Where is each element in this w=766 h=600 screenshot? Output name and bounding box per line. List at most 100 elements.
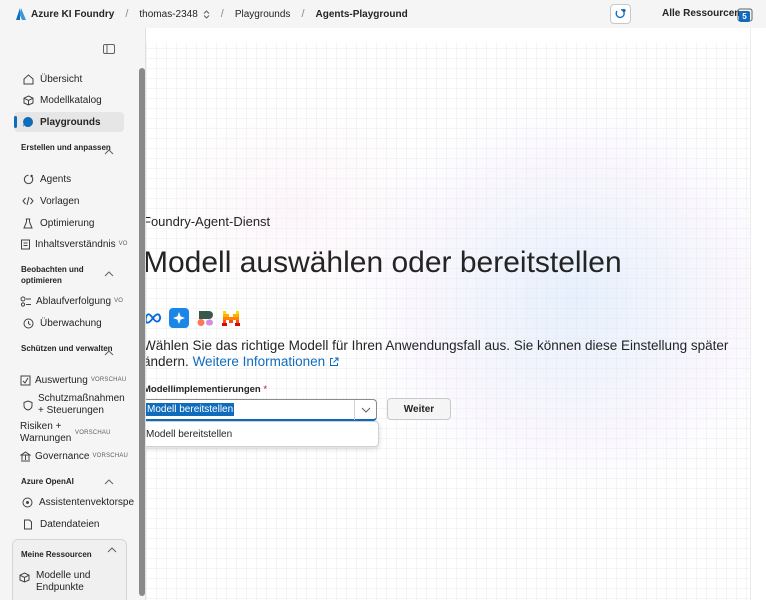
sidebar-item-label: Risiken + Warnungen (20, 421, 72, 444)
sidebar-item-label: Playgrounds (40, 116, 101, 128)
trace-icon (20, 295, 32, 307)
main-content: Foundry-Agent-Dienst Modell auswählen od… (146, 28, 766, 600)
sidebar-item-model-catalog[interactable]: Modellkatalog (14, 90, 124, 110)
page-title: Modell auswählen oder bereitstellen (146, 246, 622, 279)
cube-icon (19, 572, 30, 583)
all-resources-link[interactable]: Alle Ressourcen (662, 8, 740, 19)
chat-icon (22, 116, 34, 128)
sidebar-item-label: Übersicht (40, 73, 83, 85)
sidebar-item-guardrails[interactable]: Schutzmaßnahmen + Steuerungen (14, 392, 125, 418)
sidebar-item-governance[interactable]: Governance VORSCHAU (14, 446, 128, 466)
chevron-down-icon (361, 407, 370, 413)
monitor-icon (22, 317, 34, 329)
breadcrumb-playgrounds[interactable]: Playgrounds (235, 9, 291, 20)
feedback-icon (615, 8, 626, 19)
service-name: Foundry-Agent-Dienst (146, 214, 271, 229)
sidebar-item-overview[interactable]: Übersicht (14, 69, 124, 89)
evaluation-icon (20, 374, 31, 386)
preview-badge: VO (114, 298, 124, 304)
chevron-up-icon[interactable] (107, 546, 117, 553)
cohere-icon (195, 308, 215, 328)
model-deployment-dropdown: Modell bereitstellen (146, 421, 379, 447)
breadcrumb-separator: / (220, 8, 224, 20)
select-current-value: Modell bereitstellen (146, 403, 235, 416)
chevron-updown-icon (203, 9, 210, 19)
more-info-label: Weitere Informationen (192, 354, 326, 369)
sidebar-item-evaluation[interactable]: Auswertung VORSCHAU (14, 370, 127, 390)
file-icon (22, 518, 34, 530)
flask-icon (22, 217, 34, 229)
chevron-up-icon[interactable] (104, 349, 114, 356)
sidebar-item-label: Vorlagen (40, 195, 80, 207)
agent-icon (22, 173, 34, 185)
sidebar-item-tracing[interactable]: Ablaufverfolgung VO (14, 291, 124, 311)
breadcrumb-project[interactable]: thomas-2348 (139, 8, 210, 20)
sidebar-item-risks-alerts[interactable]: Risiken + Warnungen VORSCHAU (14, 420, 124, 446)
sidebar-item-agents[interactable]: Agents (14, 169, 124, 189)
my-resources-panel: Meine Ressourcen Modelle und Endpunkte (12, 539, 127, 600)
sidebar-item-assistant-vector-stores[interactable]: Assistentenvektorspe (14, 492, 134, 512)
dropdown-toggle[interactable] (354, 400, 376, 420)
breadcrumb-project-label: thomas-2348 (139, 8, 198, 20)
sidebar-item-label: Agents (40, 173, 72, 185)
preview-badge: VORSCHAU (92, 453, 129, 459)
sidebar-scrollbar[interactable] (139, 68, 145, 596)
chevron-up-icon[interactable] (104, 478, 114, 485)
home-icon (22, 73, 34, 85)
model-provider-logos (146, 308, 247, 328)
cube-icon (22, 94, 34, 106)
sidebar-item-optimization[interactable]: Optimierung (14, 213, 124, 233)
brand[interactable]: Azure KI Foundry (16, 8, 114, 20)
feedback-button[interactable] (610, 4, 631, 24)
chevron-up-icon[interactable] (104, 148, 114, 155)
sidebar-item-monitoring[interactable]: Überwachung (14, 313, 124, 333)
azure-spark-icon (169, 308, 189, 328)
mistral-icon (221, 308, 241, 328)
collapse-sidebar-icon[interactable] (103, 44, 115, 54)
sidebar-item-label: Optimierung (40, 217, 95, 229)
preview-badge: VORSCHAU (90, 377, 127, 383)
sidebar: Übersicht Modellkatalog Playgrounds Erst… (0, 28, 146, 600)
preview-badge: VORSCHAU (75, 430, 111, 436)
my-resources-title: Meine Ressourcen (21, 550, 92, 559)
sidebar-item-label: Auswertung (35, 374, 88, 386)
model-deployments-label: Modellimplementierungen * (146, 384, 267, 395)
top-bar: Azure KI Foundry / thomas-2348 / Playgro… (0, 0, 766, 28)
brand-name: Azure KI Foundry (31, 8, 115, 20)
description-text: Wählen Sie das richtige Modell für Ihren… (146, 338, 753, 370)
sidebar-item-label: Schutzmaßnahmen + Steuerungen (38, 393, 125, 416)
chevron-up-icon[interactable] (104, 270, 114, 277)
sidebar-item-label: Datendateien (40, 518, 100, 530)
right-panel-edge (750, 28, 766, 600)
breadcrumb-separator: / (301, 8, 305, 20)
sidebar-item-label: Überwachung (40, 317, 102, 329)
dropdown-option-deploy-model[interactable]: Modell bereitstellen (146, 429, 232, 440)
sidebar-item-data-files[interactable]: Datendateien (14, 514, 124, 534)
sidebar-item-label: Modelle und Endpunkte (36, 570, 91, 593)
notification-count-badge: 5 (739, 11, 750, 22)
sidebar-item-playgrounds[interactable]: Playgrounds (14, 112, 124, 132)
document-icon (20, 238, 31, 250)
sidebar-item-label: Ablaufverfolgung (36, 295, 112, 307)
sidebar-item-label: Modellkatalog (40, 94, 102, 106)
field-label-text: Modellimplementierungen (146, 384, 261, 395)
azure-logo-icon (16, 8, 26, 20)
vector-icon (22, 496, 33, 508)
more-info-link[interactable]: Weitere Informationen (193, 354, 340, 369)
external-link-icon (330, 357, 339, 366)
sidebar-item-label: Governance (35, 450, 90, 462)
governance-icon (20, 450, 31, 462)
sidebar-item-content-understanding[interactable]: Inhaltsverständnis VO (14, 234, 127, 254)
breadcrumb-current: Agents-Playground (315, 8, 408, 20)
breadcrumb-separator: / (125, 8, 129, 20)
sidebar-item-templates[interactable]: Vorlagen (14, 191, 124, 211)
meta-icon (146, 308, 163, 328)
code-icon (22, 195, 34, 207)
next-button[interactable]: Weiter (387, 398, 451, 420)
required-marker: * (263, 384, 268, 395)
sidebar-item-models-endpoints[interactable]: Modelle und Endpunkte (19, 570, 100, 594)
shield-icon (22, 399, 34, 411)
sidebar-item-label: Inhaltsverständnis (35, 238, 116, 250)
sidebar-item-label: Assistentenvektorspe (39, 496, 135, 508)
model-deployment-select[interactable]: Modell bereitstellen (146, 399, 377, 421)
